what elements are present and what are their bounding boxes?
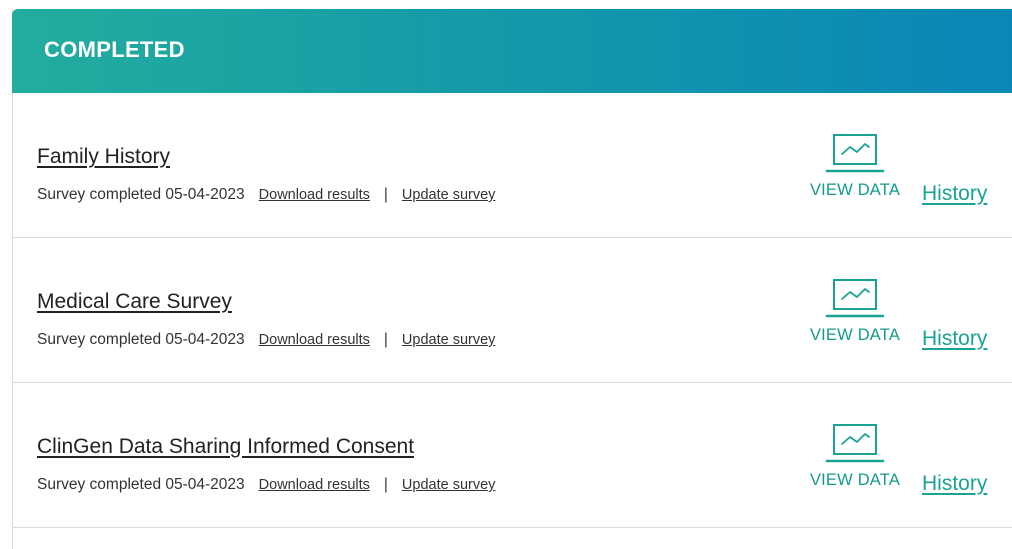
panel-header: COMPLETED [12,9,1012,93]
history-link[interactable]: History [922,182,987,206]
panel-title: COMPLETED [44,37,185,62]
download-results-link[interactable]: Download results [259,187,370,203]
survey-row: Family History Survey completed 05-04-20… [13,93,1012,238]
survey-row: ClinGen Data Sharing Informed Consent Su… [13,383,1012,528]
survey-status-text: Survey completed 05-04-2023 [37,476,245,493]
survey-status-line: Survey completed 05-04-2023 Download resu… [37,186,495,204]
link-separator: | [383,186,388,203]
update-survey-link[interactable]: Update survey [402,477,496,493]
view-data-label: VIEW DATA [809,326,901,344]
link-separator: | [383,331,388,348]
history-link[interactable]: History [922,327,987,351]
chart-laptop-icon [825,279,885,318]
view-data-button[interactable]: VIEW DATA [803,133,907,200]
view-data-label: VIEW DATA [809,471,901,489]
survey-title-link[interactable]: ClinGen Data Sharing Informed Consent [37,435,414,459]
chart-laptop-icon [825,134,885,173]
update-survey-link[interactable]: Update survey [402,332,496,348]
update-survey-link[interactable]: Update survey [402,187,496,203]
chart-laptop-icon [825,424,885,463]
survey-status-text: Survey completed 05-04-2023 [37,186,245,203]
survey-row: Medical Care Survey Survey completed 05-… [13,238,1012,383]
download-results-link[interactable]: Download results [259,332,370,348]
link-separator: | [383,476,388,493]
survey-status-line: Survey completed 05-04-2023 Download resu… [37,476,495,494]
history-link[interactable]: History [922,472,987,496]
view-data-button[interactable]: VIEW DATA [803,278,907,345]
completed-panel: COMPLETED Family History Survey complete… [12,9,1012,549]
survey-title-link[interactable]: Family History [37,145,170,169]
download-results-link[interactable]: Download results [259,477,370,493]
survey-status-line: Survey completed 05-04-2023 Download resu… [37,331,495,349]
survey-status-text: Survey completed 05-04-2023 [37,331,245,348]
view-data-button[interactable]: VIEW DATA [803,423,907,490]
view-data-label: VIEW DATA [809,181,901,199]
survey-title-link[interactable]: Medical Care Survey [37,290,232,314]
